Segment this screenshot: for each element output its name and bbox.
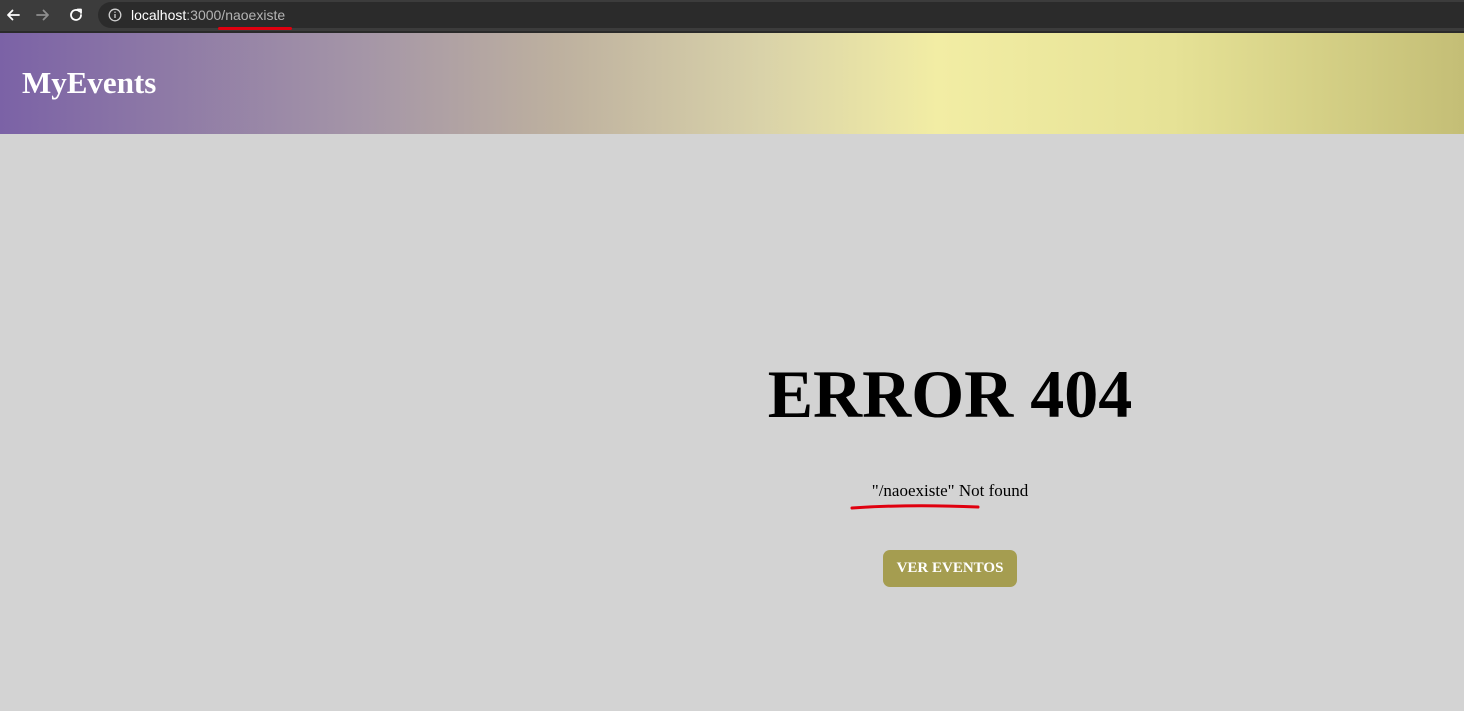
arrow-left-icon xyxy=(7,9,20,21)
arrow-right-icon xyxy=(36,9,49,21)
error-page: ERROR 404 "/naoexiste" Not found VER EVE… xyxy=(0,134,1464,711)
back-button[interactable] xyxy=(2,4,24,26)
reload-icon xyxy=(70,8,82,21)
address-bar[interactable]: localhost:3000/naoexiste xyxy=(98,2,1464,28)
url-text: localhost:3000/naoexiste xyxy=(131,6,285,24)
message-annotation-underline xyxy=(850,504,980,510)
reload-button[interactable] xyxy=(65,4,87,26)
app-header: MyEvents xyxy=(0,33,1464,134)
brand-title[interactable]: MyEvents xyxy=(22,65,156,101)
error-message: "/naoexiste" Not found xyxy=(871,481,1029,500)
url-annotation-underline xyxy=(218,27,292,30)
browser-toolbar: localhost:3000/naoexiste xyxy=(0,0,1464,33)
url-host: localhost xyxy=(131,7,187,23)
ver-eventos-button[interactable]: VER EVENTOS xyxy=(883,550,1017,587)
url-path: :3000/naoexiste xyxy=(186,7,286,23)
error-title: ERROR 404 xyxy=(767,356,1133,432)
forward-button[interactable] xyxy=(32,4,54,26)
info-icon[interactable] xyxy=(108,8,122,22)
